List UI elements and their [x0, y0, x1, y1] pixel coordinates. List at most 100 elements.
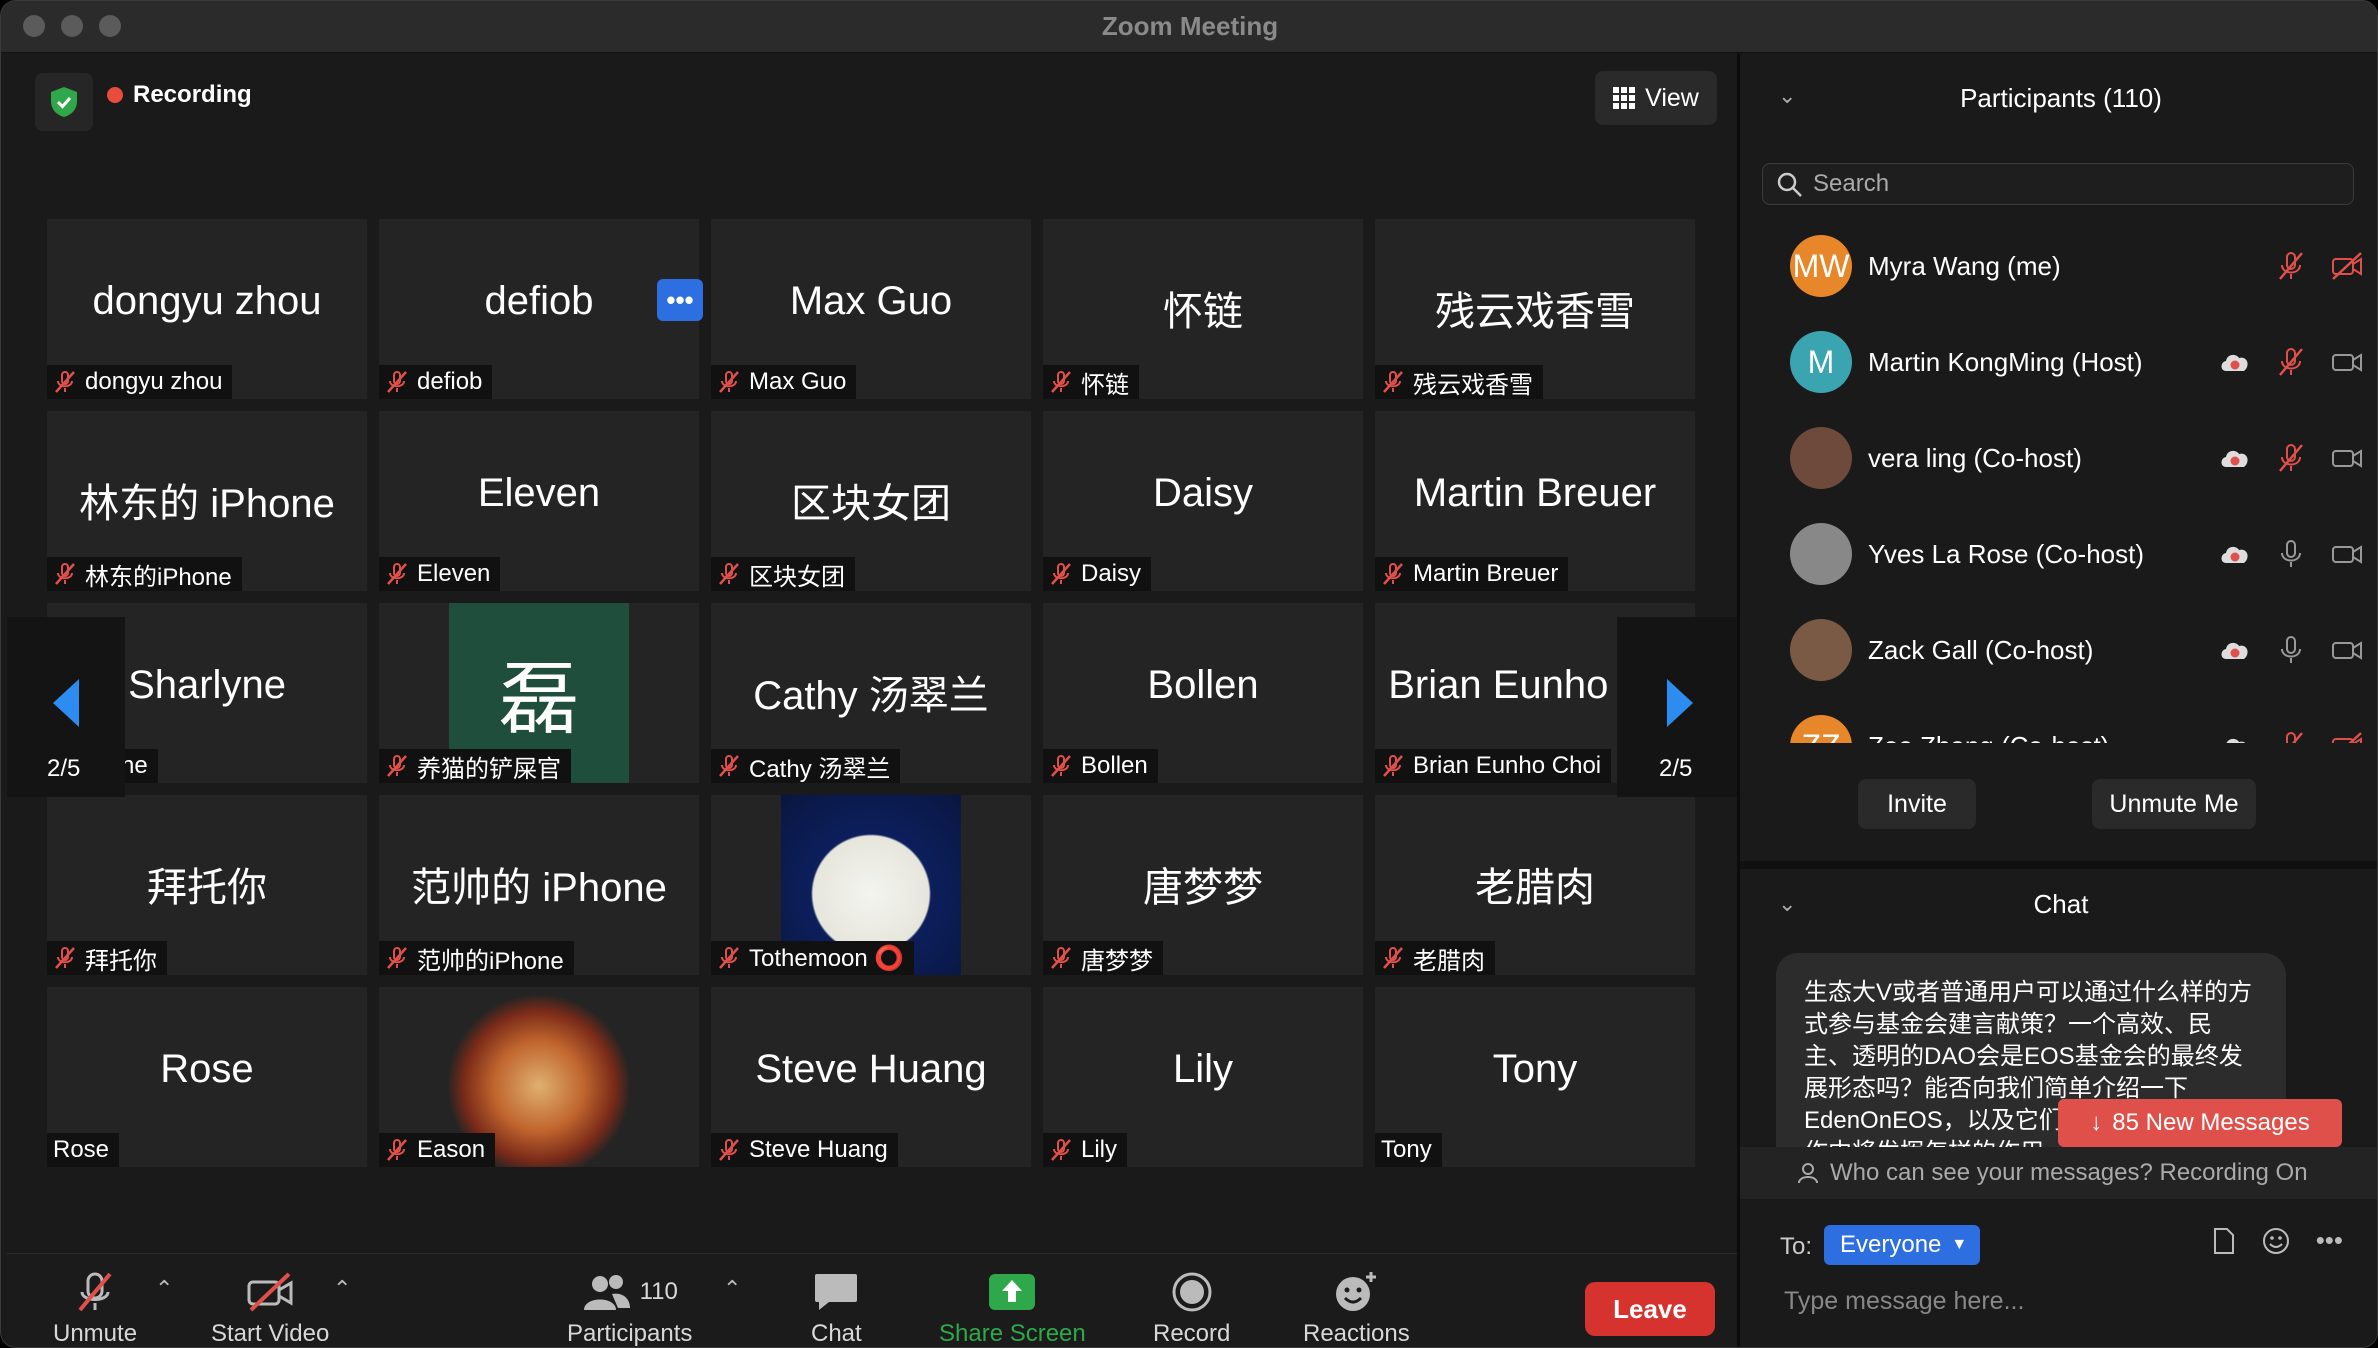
video-tile[interactable]: Steve Huang Steve Huang	[711, 987, 1031, 1167]
tile-name-label: Tothemoon ⭕	[749, 944, 905, 972]
video-tile[interactable]: Daisy Daisy	[1043, 411, 1363, 591]
unmute-me-button[interactable]: Unmute Me	[2092, 779, 2256, 829]
security-shield-icon[interactable]	[35, 73, 93, 131]
video-tile[interactable]: 区块女团 区块女团	[711, 411, 1031, 591]
video-off-icon[interactable]	[2330, 249, 2364, 283]
tile-name-tag: Tothemoon ⭕	[711, 941, 915, 975]
meeting-toolbar: Unmute ⌃ Start Video ⌃ 110 Participants …	[7, 1253, 1737, 1347]
tile-name-label: dongyu zhou	[85, 368, 223, 395]
participant-row[interactable]: M Martin KongMing (Host)	[1740, 319, 2377, 415]
participant-name: Yves La Rose (Co-host)	[1868, 539, 2145, 569]
search-icon	[1777, 172, 1802, 197]
video-options-caret-icon[interactable]: ⌃	[333, 1276, 351, 1302]
participant-row[interactable]: Zack Gall (Co-host)	[1740, 607, 2377, 703]
tile-name-label: Steve Huang	[749, 1136, 888, 1163]
participant-row[interactable]: MW Myra Wang (me)	[1740, 223, 2377, 319]
record-button[interactable]: Record	[1153, 1270, 1230, 1347]
pager-next-label: 2/5	[1659, 755, 1693, 782]
new-messages-button[interactable]: ↓ 85 New Messages	[2058, 1099, 2342, 1147]
participants-caret-icon[interactable]: ⌃	[723, 1276, 741, 1302]
muted-microphone-icon[interactable]	[2274, 249, 2308, 283]
video-tile[interactable]: Tony Tony	[1375, 987, 1695, 1167]
recording-indicator[interactable]: Recording	[107, 81, 252, 109]
cloud-recording-icon	[2221, 642, 2248, 659]
video-camera-icon[interactable]	[2330, 345, 2364, 379]
video-tile[interactable]: 拜托你 拜托你	[47, 795, 367, 975]
tile-name-label: Daisy	[1081, 560, 1142, 587]
video-camera-icon[interactable]	[2330, 537, 2364, 571]
video-tile[interactable]: 残云戏香雪 残云戏香雪	[1375, 219, 1695, 399]
video-tile[interactable]: 范帅的 iPhone 范帅的iPhone	[379, 795, 699, 975]
next-page-button[interactable]: 2/5	[1617, 617, 1737, 797]
video-tile[interactable]: 老腊肉 老腊肉	[1375, 795, 1695, 975]
video-tile[interactable]: 唐梦梦 唐梦梦	[1043, 795, 1363, 975]
emoji-icon[interactable]	[2262, 1227, 2290, 1255]
participants-button[interactable]: 110 Participants	[567, 1270, 692, 1347]
video-off-icon[interactable]	[2330, 729, 2364, 743]
previous-page-button[interactable]: 2/5	[7, 617, 125, 797]
chat-panel-title: Chat	[2033, 889, 2089, 919]
more-options-icon[interactable]: •••	[2316, 1225, 2343, 1256]
file-icon[interactable]	[2212, 1227, 2236, 1255]
video-tile[interactable]: Eason	[379, 987, 699, 1167]
tile-name-label: Rose	[53, 1136, 110, 1163]
audio-options-caret-icon[interactable]: ⌃	[155, 1276, 173, 1302]
video-tile[interactable]: Eleven Eleven	[379, 411, 699, 591]
muted-microphone-icon[interactable]	[2274, 345, 2308, 379]
video-tile[interactable]: Max Guo Max Guo	[711, 219, 1031, 399]
video-tile[interactable]: defiob defiob	[379, 219, 699, 399]
video-tile[interactable]: 怀链 怀链	[1043, 219, 1363, 399]
view-button[interactable]: View	[1595, 71, 1717, 125]
tile-name-tag: Daisy	[1043, 557, 1152, 591]
video-tile[interactable]: 林东的 iPhone 林东的iPhone	[47, 411, 367, 591]
participant-row[interactable]: ZZ Zoe Zhang (Co-host)	[1740, 703, 2377, 743]
video-tile[interactable]: dongyu zhou dongyu zhou	[47, 219, 367, 399]
tile-name-label: 怀链	[1081, 371, 1129, 399]
video-tile[interactable]: Rose Rose	[47, 987, 367, 1167]
participants-search-input[interactable]: Search	[1762, 163, 2354, 205]
tile-name-tag: Max Guo	[711, 365, 857, 399]
microphone-icon[interactable]	[2274, 537, 2308, 571]
zoom-window: Zoom Meeting Recording View dongyu zhou d…	[0, 0, 2378, 1348]
tile-display-name: Rose	[160, 1047, 254, 1091]
tile-name-label: Tony	[1381, 1136, 1432, 1163]
leave-meeting-button[interactable]: Leave	[1585, 1282, 1715, 1336]
participant-row[interactable]: Yves La Rose (Co-host)	[1740, 511, 2377, 607]
muted-microphone-icon[interactable]	[2274, 441, 2308, 475]
chat-message-input[interactable]: Type message here...	[1784, 1287, 2024, 1316]
video-tile[interactable]: 磊养猫的铲屎官	[379, 603, 699, 783]
participant-status-icons	[2218, 729, 2364, 743]
recipient-value: Everyone	[1840, 1231, 1942, 1258]
share-screen-button[interactable]: Share Screen	[939, 1270, 1086, 1347]
tile-more-options-button[interactable]: •••	[657, 279, 703, 321]
arrow-down-icon: ↓	[2090, 1109, 2103, 1136]
video-tile[interactable]: Tothemoon ⭕	[711, 795, 1031, 975]
reactions-button[interactable]: Reactions	[1303, 1270, 1410, 1347]
tile-name-label: Cathy 汤翠兰	[749, 755, 891, 783]
microphone-icon[interactable]	[2274, 633, 2308, 667]
invite-button[interactable]: Invite	[1858, 779, 1976, 829]
muted-microphone-icon[interactable]	[2274, 729, 2308, 743]
video-camera-icon[interactable]	[2330, 441, 2364, 475]
video-camera-icon[interactable]	[2330, 633, 2364, 667]
muted-microphone-icon	[1049, 1138, 1073, 1162]
tile-display-name: Daisy	[1152, 471, 1254, 515]
unmute-label: Unmute	[53, 1320, 138, 1347]
muted-microphone-icon	[1381, 754, 1405, 778]
tile-name-tag: Bollen	[1043, 749, 1158, 783]
recipient-select[interactable]: Everyone ▼	[1824, 1225, 1980, 1265]
unmute-button[interactable]: Unmute	[53, 1270, 138, 1347]
participants-panel-title: Participants (110)	[1960, 83, 2162, 113]
tile-name-tag: dongyu zhou	[47, 365, 233, 399]
participants-icon	[583, 1275, 630, 1310]
start-video-button[interactable]: Start Video	[211, 1270, 329, 1347]
participant-status-icons	[2218, 345, 2364, 379]
video-tile[interactable]: Lily Lily	[1043, 987, 1363, 1167]
who-can-see-banner[interactable]: Who can see your messages? Recording On	[1740, 1147, 2377, 1199]
video-tile[interactable]: Cathy 汤翠兰 Cathy 汤翠兰	[711, 603, 1031, 783]
video-tile[interactable]: Bollen Bollen	[1043, 603, 1363, 783]
share-screen-label: Share Screen	[939, 1320, 1086, 1347]
participant-row[interactable]: vera ling (Co-host)	[1740, 415, 2377, 511]
chat-button[interactable]: Chat	[811, 1270, 862, 1347]
video-tile[interactable]: Martin Breuer Martin Breuer	[1375, 411, 1695, 591]
